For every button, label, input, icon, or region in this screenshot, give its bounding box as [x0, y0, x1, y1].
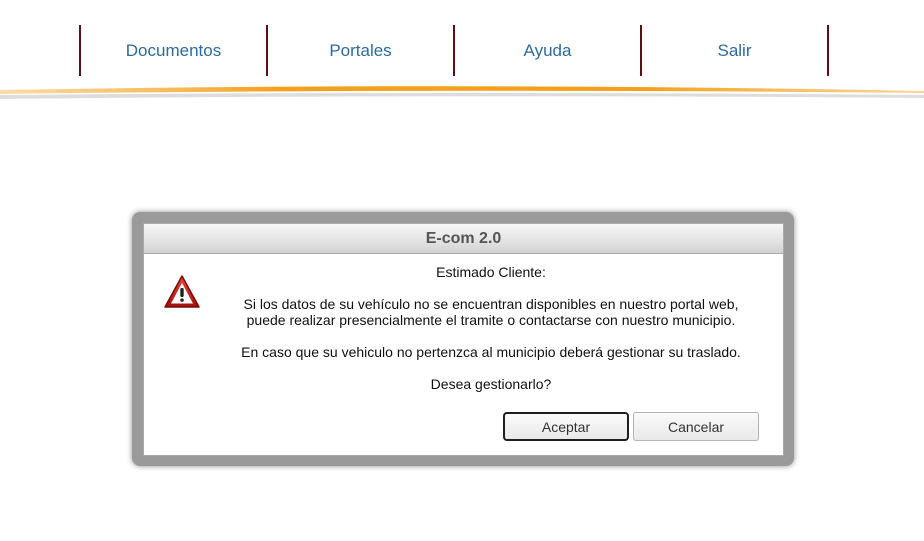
accept-button[interactable]: Aceptar — [503, 412, 629, 441]
warning-icon — [164, 275, 200, 308]
dialog-question: Desea gestionarlo? — [430, 376, 552, 392]
dialog-greeting: Estimado Cliente: — [436, 264, 546, 280]
nav-item-documentos[interactable]: Documentos — [79, 25, 266, 76]
page: Documentos Portales Ayuda Salir E-com 2.… — [0, 0, 924, 541]
nav-item-label: Salir — [717, 40, 752, 60]
nav-item-salir[interactable]: Salir — [640, 25, 827, 76]
dialog-line-3: En caso que su vehiculo no pertenzca al … — [241, 344, 741, 360]
cancel-button[interactable]: Cancelar — [633, 412, 759, 441]
nav-item-label: Ayuda — [523, 40, 572, 60]
nav-item-label: Portales — [329, 40, 392, 60]
nav-item-portales[interactable]: Portales — [266, 25, 453, 76]
nav-item-ayuda[interactable]: Ayuda — [453, 25, 640, 76]
dialog-frame: E-com 2.0 Estimado Cliente: Si los datos… — [132, 212, 794, 466]
nav-divider — [827, 25, 829, 76]
dialog-line-1: Si los datos de su vehículo no se encuen… — [243, 296, 739, 312]
header-underline — [0, 86, 924, 99]
dialog-line-2: puede realizar presencialmente el tramit… — [246, 312, 736, 328]
dialog-title: E-com 2.0 — [144, 224, 783, 254]
nav-item-label: Documentos — [125, 40, 222, 60]
top-nav: Documentos Portales Ayuda Salir — [79, 25, 829, 76]
dialog-message: Estimado Cliente: Si los datos de su veh… — [226, 264, 756, 408]
confirm-dialog: E-com 2.0 Estimado Cliente: Si los datos… — [143, 223, 784, 456]
